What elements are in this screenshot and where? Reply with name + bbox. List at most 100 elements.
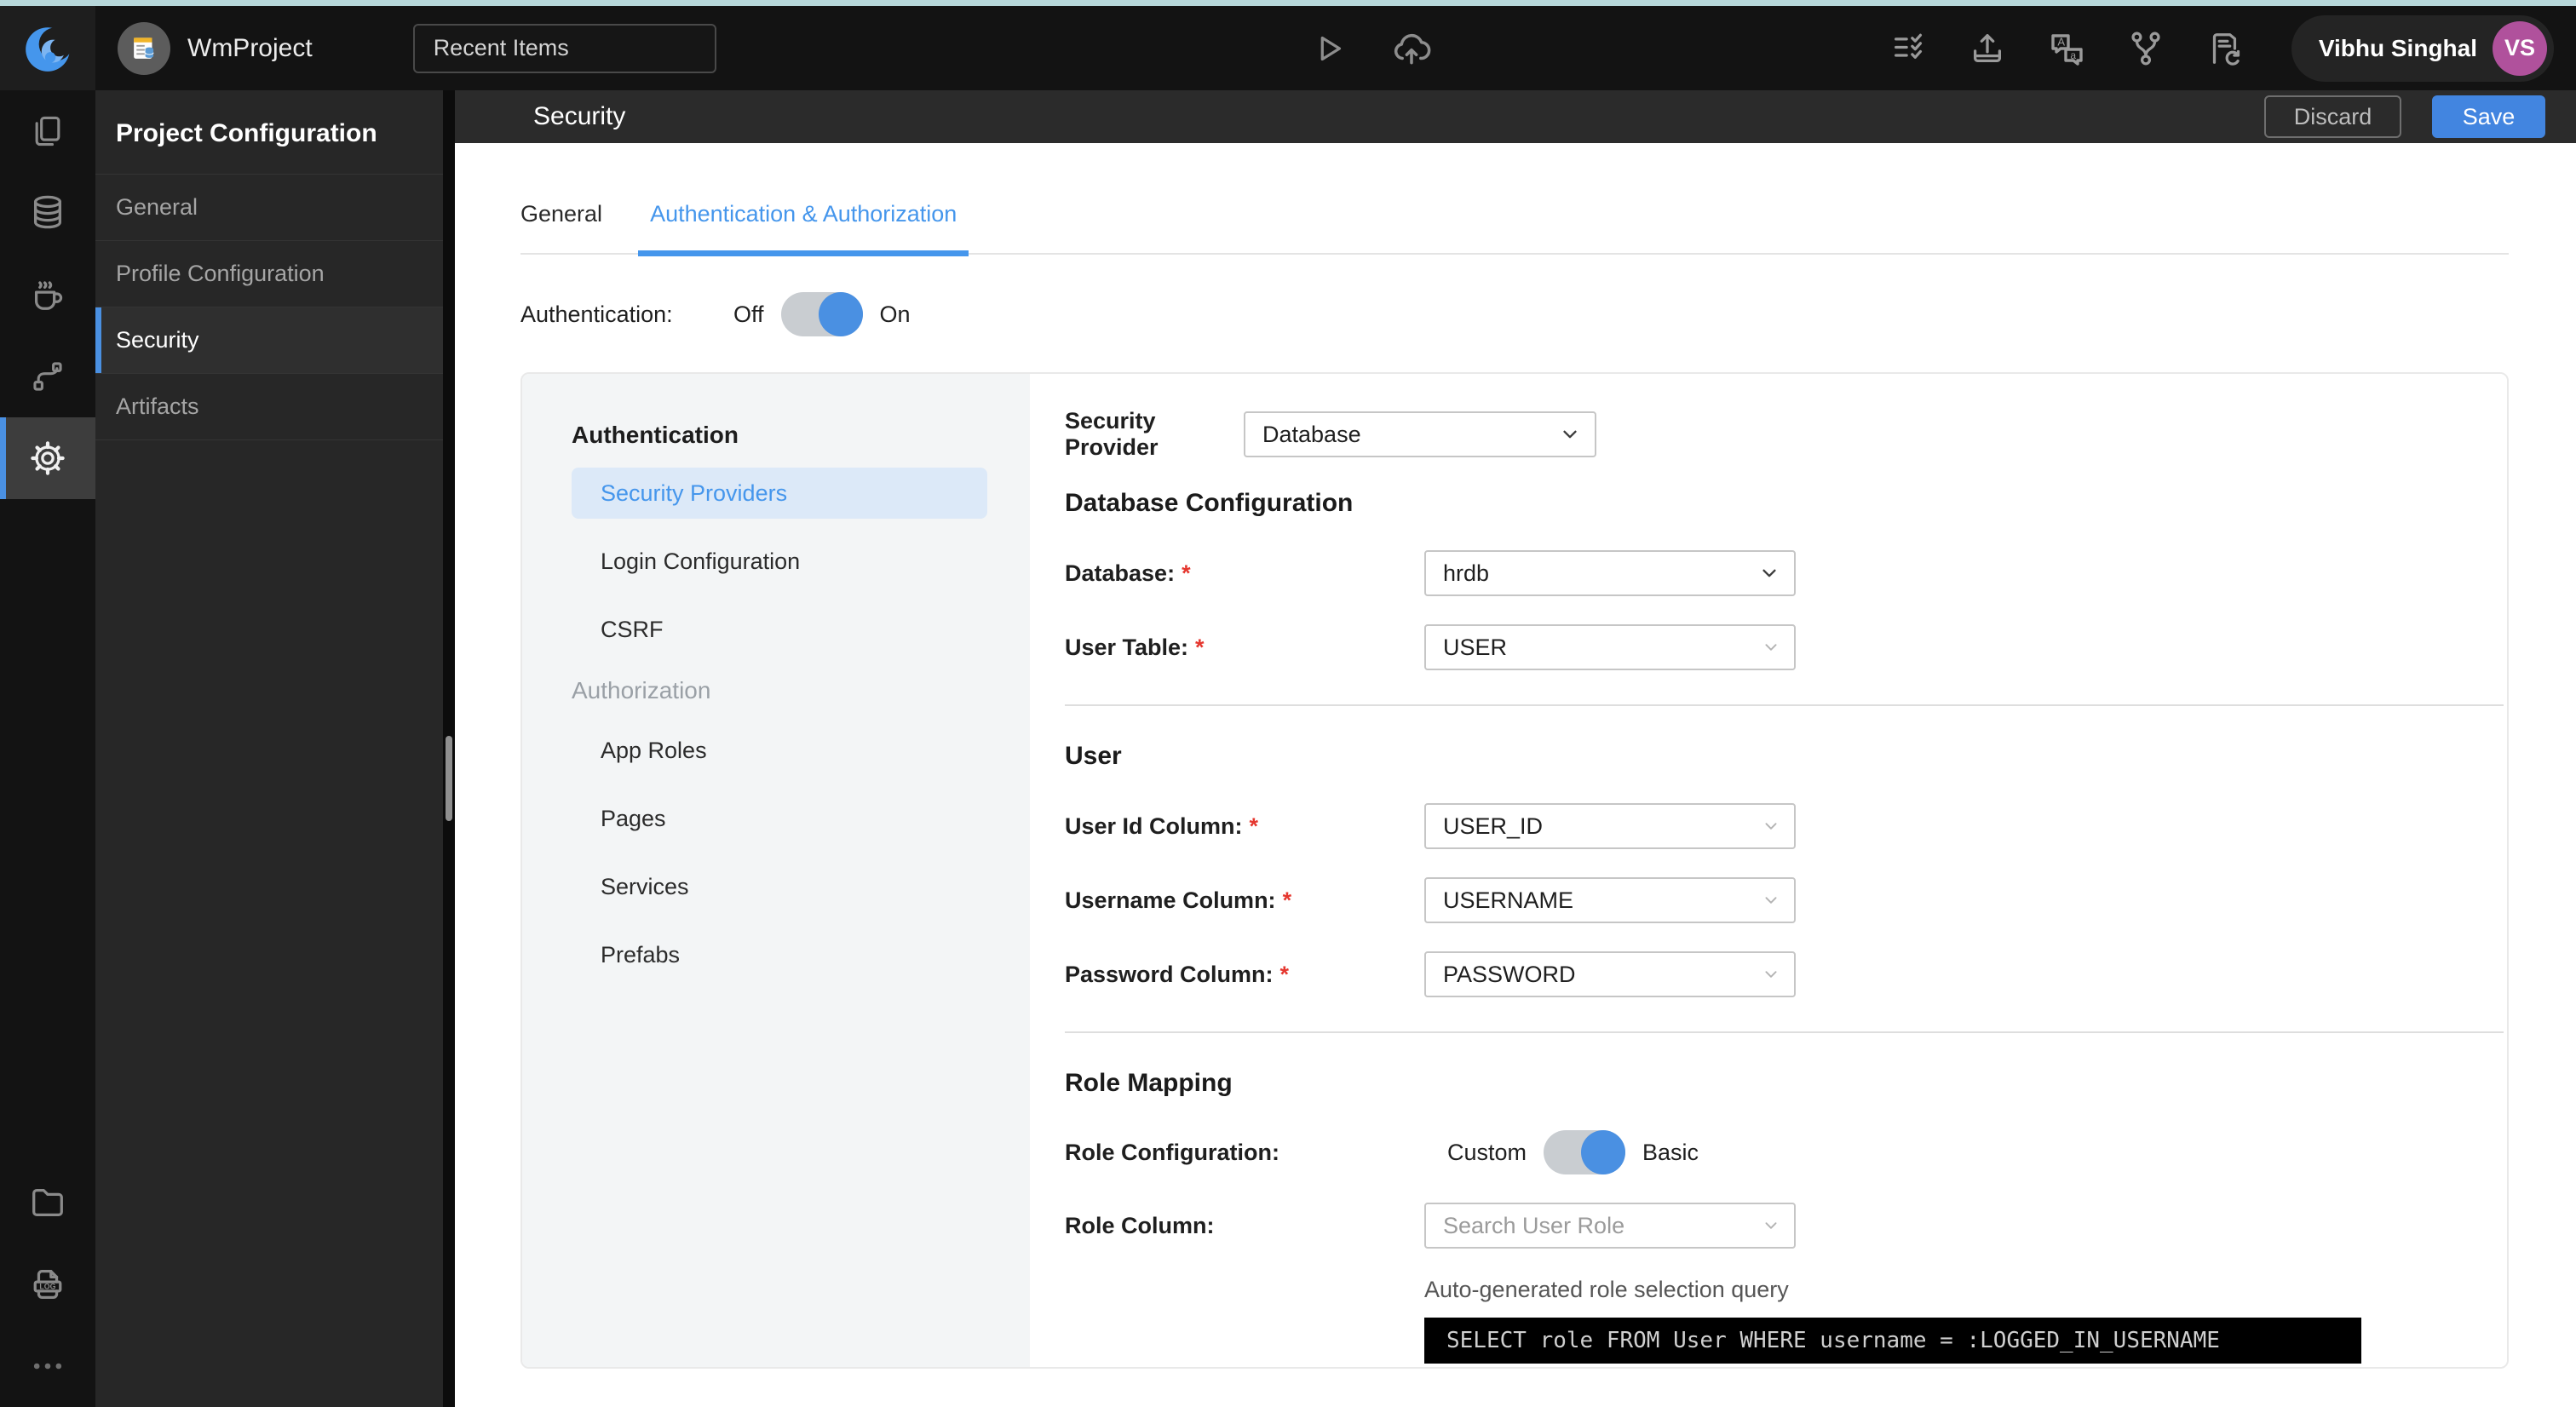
sidebar-item-profile-configuration[interactable]: Profile Configuration [95,240,443,307]
rail-item-logs[interactable]: LOG [0,1243,95,1325]
file-sync-icon[interactable] [2205,29,2244,68]
orchestration-icon [33,362,62,391]
java-services-icon [34,281,63,310]
required-marker: * [1195,634,1205,660]
translate-icon[interactable]: A a [2046,28,2087,69]
toggle-off-label: Off [733,301,764,327]
database-select[interactable]: hrdb [1424,550,1796,596]
git-branch-icon[interactable] [2126,29,2165,68]
sidebar-item-security[interactable]: Security [95,307,443,373]
nav-item-pages[interactable]: Pages [572,793,987,844]
rail-item-files[interactable] [0,1162,95,1243]
svg-text:a: a [2070,49,2076,61]
scrollbar-thumb[interactable] [446,736,452,821]
top-accent-strip [0,0,2576,6]
rail-item-settings[interactable] [0,417,95,499]
role-mapping-title: Role Mapping [1065,1069,1233,1097]
password-column-select[interactable]: PASSWORD [1424,951,1796,997]
left-icon-rail: LOG [0,90,95,1407]
header-actions: Discard Save [2264,95,2545,138]
nav-item-login-configuration[interactable]: Login Configuration [572,536,987,587]
user-section-title: User [1065,742,1122,770]
rail-item-pages[interactable] [0,90,95,172]
nav-item-app-roles[interactable]: App Roles [572,725,987,776]
section-divider [1065,1031,2504,1033]
authentication-label: Authentication: [520,301,673,327]
security-tabs: General Authentication & Authorization [520,201,2509,256]
auth-config-panel: Authentication Security Providers Login … [520,372,2509,1369]
svg-text:LOG: LOG [39,1283,55,1291]
username-column-row: Username Column: * USERNAME [1065,877,2507,923]
chevron-down-icon [1765,971,1777,978]
project-name: WmProject [187,33,313,62]
sidebar-item-artifacts[interactable]: Artifacts [95,373,443,440]
main-area: Security Discard Save General Authentica… [455,90,2576,1407]
security-content: General Authentication & Authorization A… [455,201,2576,1369]
authentication-toggle-row: Authentication: Off On [520,292,2509,336]
user-menu[interactable]: Vibhu Singhal VS [2291,14,2554,82]
deploy-cloud-icon[interactable] [1390,27,1433,70]
toggle-knob [1581,1130,1626,1174]
user-id-column-row: User Id Column: * USER_ID [1065,803,2507,849]
rail-item-orchestration[interactable] [0,336,95,417]
sidebar-title: Project Configuration [116,119,377,147]
logs-icon: LOG [33,1270,62,1299]
save-button[interactable]: Save [2432,95,2545,138]
authentication-toggle[interactable] [780,292,863,336]
password-column-label: Password Column: * [1065,961,1290,987]
topbar: WmProject Recent Items A a Vibhu Singhal… [0,6,2576,90]
discard-button[interactable]: Discard [2264,95,2401,138]
auth-section-nav: Authentication Security Providers Login … [522,374,1030,1367]
wavemaker-logo[interactable] [0,6,95,90]
username-column-label: Username Column: * [1065,887,1292,913]
play-icon[interactable] [1308,29,1348,68]
export-icon[interactable] [1968,29,2007,68]
user-table-select[interactable]: USER [1424,624,1796,670]
security-provider-row: Security Provider Database [1065,408,2507,461]
section-divider [1065,704,2504,706]
user-name: Vibhu Singhal [2318,34,2477,61]
sidebar-item-general[interactable]: General [95,174,443,240]
page-title: Security [533,102,626,130]
role-configuration-toggle-group: Custom Basic [1447,1130,1699,1174]
nav-item-services[interactable]: Services [572,861,987,912]
pages-icon [35,116,60,146]
project-avatar [118,21,170,75]
user-id-column-select[interactable]: USER_ID [1424,803,1796,849]
nav-item-prefabs[interactable]: Prefabs [572,929,987,980]
chevron-down-icon [1765,897,1777,904]
user-table-label: User Table: * [1065,634,1205,660]
chevron-down-icon [1765,644,1777,651]
rail-item-database[interactable] [0,172,95,254]
toggle-knob [818,292,863,336]
database-icon [33,195,62,229]
role-configuration-toggle[interactable] [1544,1130,1626,1174]
role-query-caption: Auto-generated role selection query [1424,1277,1789,1302]
username-column-select[interactable]: USERNAME [1424,877,1796,923]
more-icon [33,1363,62,1370]
role-column-select[interactable]: Search User Role [1424,1203,1796,1249]
settings-icon [31,441,65,475]
database-configuration-title: Database Configuration [1065,489,1354,517]
tab-general[interactable]: General [520,201,602,253]
checklist-icon[interactable] [1889,29,1929,68]
role-column-row: Role Column: Search User Role [1065,1203,2507,1249]
recent-items-label: Recent Items [433,35,569,60]
toggle-custom-label: Custom [1447,1139,1527,1165]
project-switcher[interactable]: WmProject [118,21,313,75]
rail-item-java-services[interactable] [0,254,95,336]
rail-spacer [0,499,95,1162]
folder-icon [32,1188,63,1217]
user-id-column-label: User Id Column: * [1065,813,1259,839]
nav-item-csrf[interactable]: CSRF [572,604,987,655]
tab-authentication-authorization[interactable]: Authentication & Authorization [638,201,969,256]
rail-item-more[interactable] [0,1325,95,1407]
database-row: Database: * hrdb [1065,550,2507,596]
project-config-sidebar: Project Configuration General Profile Co… [95,90,443,1407]
recent-items-box[interactable]: Recent Items [412,23,716,73]
nav-heading-authorization: Authorization [572,677,711,704]
database-label: Database: * [1065,560,1191,586]
security-provider-select[interactable]: Database [1244,411,1596,457]
required-marker: * [1279,961,1290,987]
nav-item-security-providers[interactable]: Security Providers [572,468,987,519]
